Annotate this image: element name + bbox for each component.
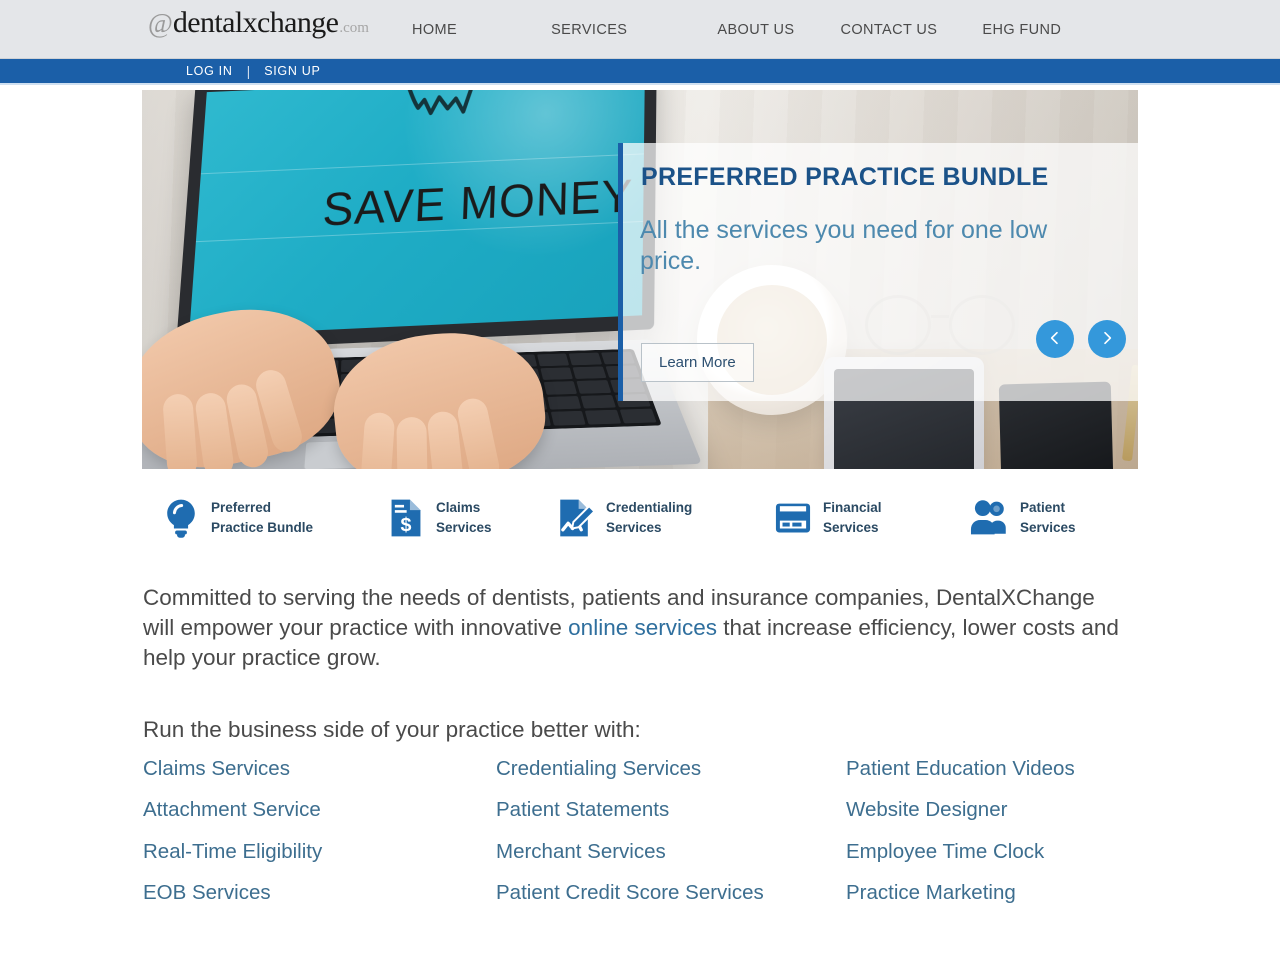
auth-bar: LOG IN | SIGN UP [0, 59, 1280, 85]
nav-item-home[interactable]: HOME [412, 22, 457, 38]
service-shortcut-label: Financial Services [823, 498, 882, 537]
hero-subtitle: All the services you need for one low pr… [640, 215, 1108, 276]
link-practice-marketing[interactable]: Practice Marketing [846, 881, 1146, 905]
sign-up-link[interactable]: SIGN UP [264, 64, 320, 78]
log-in-link[interactable]: LOG IN [186, 64, 233, 78]
laptop-screen: SAVE MONEY [189, 90, 645, 336]
svg-text:$: $ [401, 514, 412, 536]
site-logo[interactable]: @ dental x change .com [148, 8, 369, 38]
service-shortcut-preferred-practice-bundle[interactable]: Preferred Practice Bundle [160, 497, 313, 539]
credit-card-icon [772, 497, 814, 539]
service-shortcut-label: Claims Services [436, 498, 492, 537]
online-services-link[interactable]: online services [568, 615, 717, 640]
document-dollar-icon: $ [385, 497, 427, 539]
service-links-grid: Claims Services Attachment Service Real-… [143, 757, 1143, 923]
link-website-designer[interactable]: Website Designer [846, 798, 1146, 822]
main-navigation: HOME SERVICES ABOUT US CONTACT US EHG FU… [400, 0, 1061, 59]
link-real-time-eligibility[interactable]: Real-Time Eligibility [143, 840, 496, 864]
carousel-prev-button[interactable] [1036, 320, 1074, 358]
link-merchant-services[interactable]: Merchant Services [496, 840, 846, 864]
auth-separator: | [247, 63, 251, 79]
link-attachment-service[interactable]: Attachment Service [143, 798, 496, 822]
logo-text-after-x: change [257, 8, 338, 38]
service-shortcut-claims-services[interactable]: $ Claims Services [385, 497, 492, 539]
service-shortcut-strip: Preferred Practice Bundle $ Claims Servi… [142, 497, 1138, 557]
link-patient-credit-score-services[interactable]: Patient Credit Score Services [496, 881, 846, 905]
service-shortcut-label: Patient Services [1020, 498, 1076, 537]
laptop: SAVE MONEY [142, 90, 658, 469]
logo-suffix: .com [339, 21, 369, 36]
service-links-column-1: Claims Services Attachment Service Real-… [143, 757, 496, 923]
at-symbol-icon: @ [148, 10, 173, 37]
hero-title: PREFERRED PRACTICE BUNDLE [641, 163, 1049, 192]
site-header: @ dental x change .com HOME SERVICES ABOUT U… [0, 0, 1280, 59]
link-patient-education-videos[interactable]: Patient Education Videos [846, 757, 1146, 781]
piggy-bank-icon [398, 90, 485, 132]
document-pencil-icon [555, 497, 597, 539]
service-shortcut-financial-services[interactable]: Financial Services [772, 497, 882, 539]
chevron-right-icon [1099, 330, 1115, 349]
link-claims-services[interactable]: Claims Services [143, 757, 496, 781]
page-content: SAVE MONEY PREFERRED PRACTICE BUNDLE All… [0, 90, 1280, 923]
service-shortcut-patient-services[interactable]: Patient Services [969, 497, 1076, 539]
nav-item-ehg-fund[interactable]: EHG FUND [982, 22, 1061, 38]
link-employee-time-clock[interactable]: Employee Time Clock [846, 840, 1146, 864]
service-shortcut-credentialing-services[interactable]: Credentialing Services [555, 497, 692, 539]
chevron-left-icon [1047, 330, 1063, 349]
carousel-next-button[interactable] [1088, 320, 1126, 358]
run-business-heading: Run the business side of your practice b… [143, 717, 1280, 743]
link-eob-services[interactable]: EOB Services [143, 881, 496, 905]
hero-carousel: SAVE MONEY PREFERRED PRACTICE BUNDLE All… [142, 90, 1138, 469]
logo-text-x: x [243, 8, 257, 38]
nav-item-contact-us[interactable]: CONTACT US [840, 22, 937, 38]
learn-more-button[interactable]: Learn More [641, 343, 754, 382]
link-credentialing-services[interactable]: Credentialing Services [496, 757, 846, 781]
people-icon [969, 497, 1011, 539]
service-shortcut-label: Credentialing Services [606, 498, 692, 537]
nav-item-services[interactable]: SERVICES [551, 22, 627, 38]
logo-text-before-x: dental [173, 8, 243, 38]
service-links-column-2: Credentialing Services Patient Statement… [496, 757, 846, 923]
carousel-controls [1036, 320, 1126, 358]
nav-item-about-us[interactable]: ABOUT US [717, 22, 794, 38]
link-patient-statements[interactable]: Patient Statements [496, 798, 846, 822]
lightbulb-icon [160, 497, 202, 539]
hero-overlay-panel: PREFERRED PRACTICE BUNDLE All the servic… [618, 143, 1138, 401]
service-links-column-3: Patient Education Videos Website Designe… [846, 757, 1146, 923]
service-shortcut-label: Preferred Practice Bundle [211, 498, 313, 537]
intro-paragraph: Committed to serving the needs of dentis… [143, 583, 1128, 673]
